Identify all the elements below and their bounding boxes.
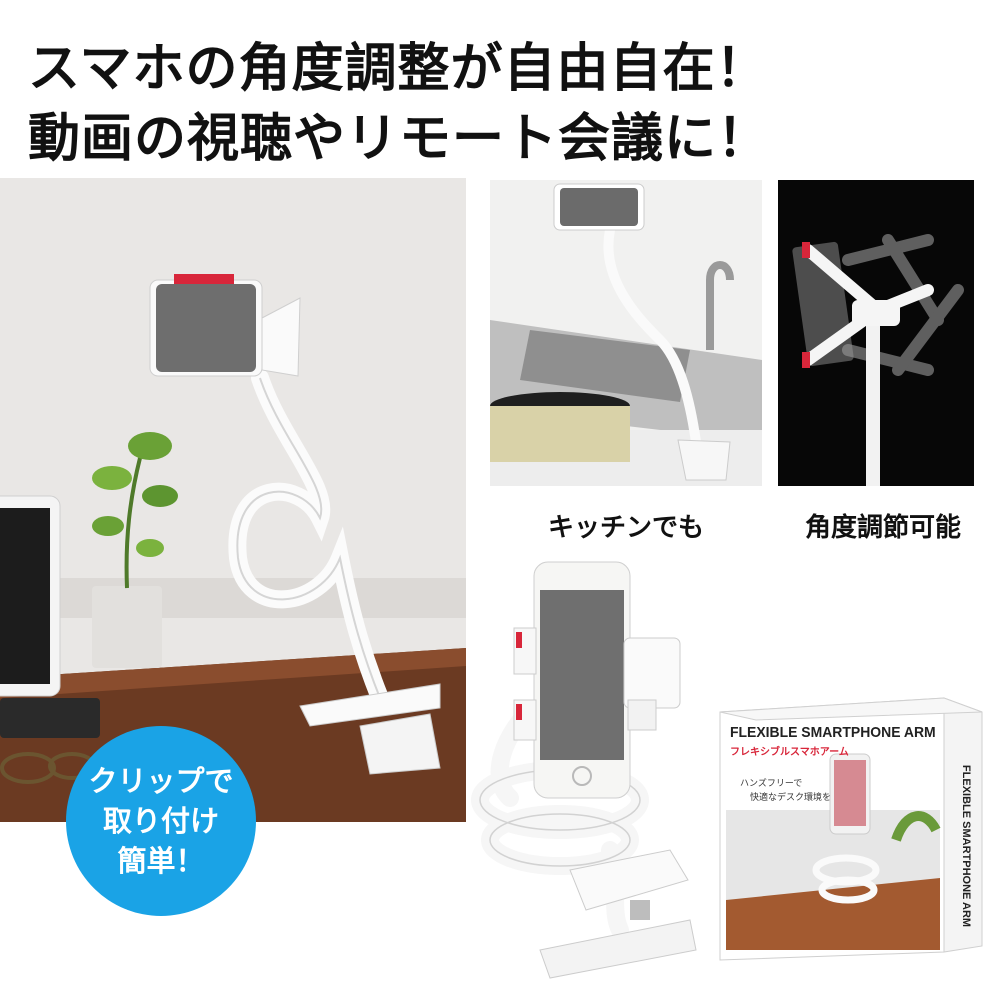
headline-line-1: スマホの角度調整が自由自在！ (28, 39, 769, 99)
package-side-text: FLEXIBLE SMARTPHONE ARM (960, 764, 972, 928)
headline-line-2: 動画の視聴やリモート会議に！ (28, 109, 771, 169)
badge-line-2: 取り付け (102, 804, 219, 838)
product-photo (470, 550, 710, 990)
package-title-en: FLEXIBLE SMARTPHONE ARM (730, 724, 936, 741)
package-tagline-1: ハンズフリーで (740, 779, 803, 789)
package-title-jp: フレキシブルスマホアーム (730, 747, 849, 758)
package-tagline-2: 快適なデスク環境を (750, 793, 832, 803)
badge-line-1: クリップで (88, 764, 234, 798)
badge-line-3: 簡単！ (117, 844, 205, 878)
angle-adjust-photo (778, 180, 974, 486)
kitchen-usage-photo (490, 180, 762, 486)
caption-kitchen: キッチンでも (547, 513, 704, 543)
package-photo: FLEXIBLE SMARTPHONE ARM フレキシブルスマホアーム ハンズ… (716, 690, 986, 990)
clip-badge: クリップで 取り付け 簡単！ (66, 726, 256, 916)
desk-usage-photo (0, 178, 466, 822)
caption-angle: 角度調節可能 (804, 513, 961, 543)
